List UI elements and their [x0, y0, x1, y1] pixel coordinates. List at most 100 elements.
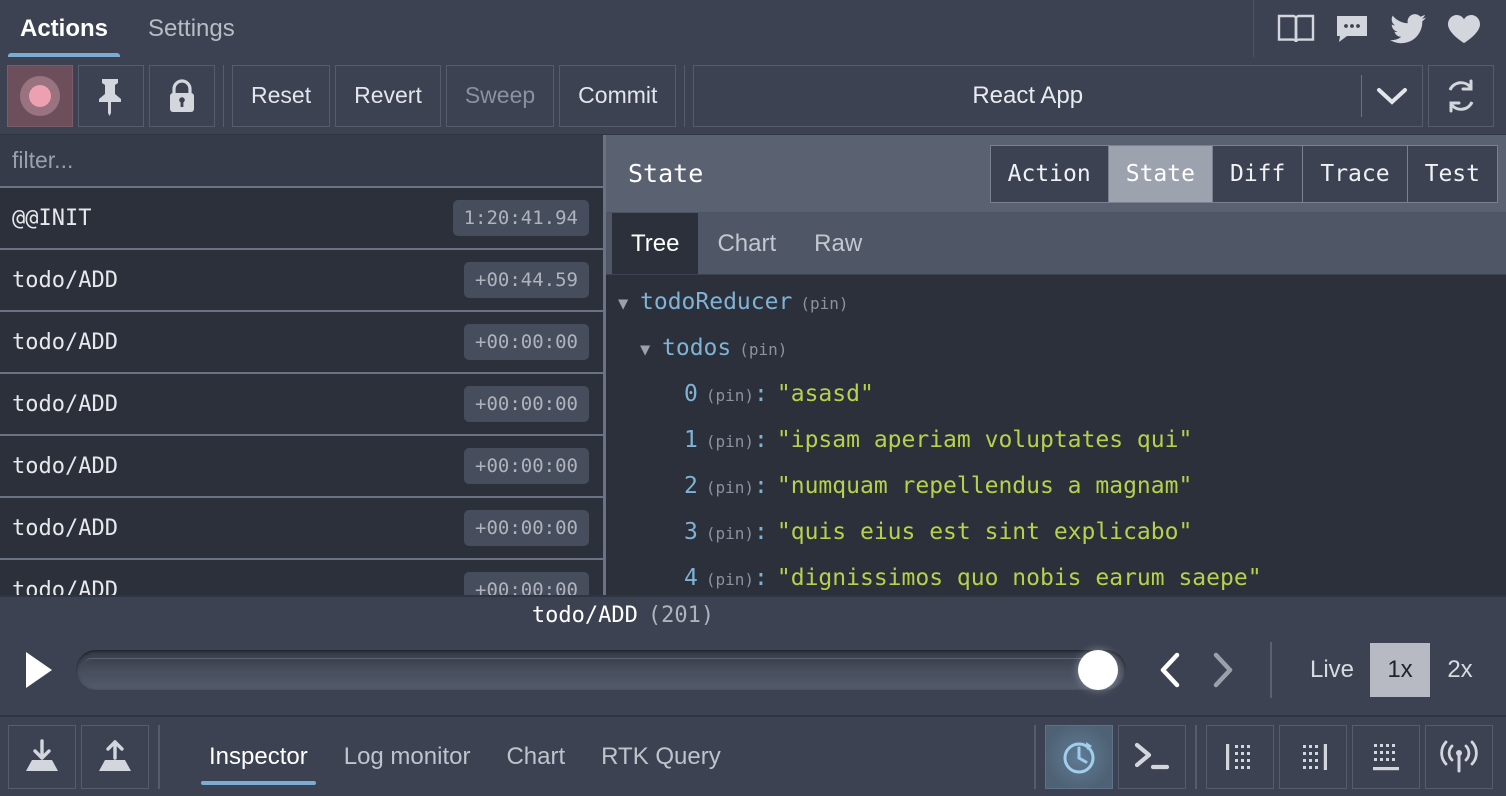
action-row-0[interactable]: @@INIT 1:20:41.94 [0, 188, 603, 250]
inspector-tab-test[interactable]: Test [1406, 144, 1498, 203]
import-button[interactable] [8, 724, 76, 789]
slider-controls: Live 1x 2x [0, 633, 1506, 715]
pin-label[interactable]: (pin) [706, 524, 754, 543]
subtab-raw[interactable]: Raw [795, 213, 881, 274]
filter-bar [0, 135, 603, 188]
tree-item-4[interactable]: 4 (pin) : "dignissimos quo nobis earum s… [618, 565, 1506, 595]
inspector-tab-label: Diff [1229, 160, 1286, 187]
chevron-down-icon[interactable]: ▼ [618, 294, 640, 314]
inspector-tab-trace[interactable]: Trace [1302, 144, 1408, 203]
book-icon[interactable] [1268, 0, 1324, 57]
bottom-bar: Inspector Log monitor Chart RTK Query [0, 715, 1506, 796]
action-timestamp: 1:20:41.94 [452, 200, 589, 236]
chevron-down-icon[interactable] [1362, 86, 1422, 106]
monitor-tab-chart[interactable]: Chart [488, 716, 583, 796]
monitor-tab-rtk-query[interactable]: RTK Query [583, 716, 739, 796]
tree-item-3[interactable]: 3 (pin) : "quis eius est sint explicabo" [618, 519, 1506, 565]
speed-2x-button[interactable]: 2x [1430, 643, 1490, 697]
pin-label[interactable]: (pin) [706, 432, 754, 451]
slider-track[interactable] [76, 650, 1126, 690]
pin-label[interactable]: (pin) [706, 386, 754, 405]
slider-thumb[interactable] [1077, 650, 1118, 690]
inspector-tab-label: Test [1424, 160, 1480, 187]
filter-input[interactable] [12, 147, 591, 174]
revert-button[interactable]: Revert [335, 64, 441, 127]
monitor-tab-log-monitor[interactable]: Log monitor [326, 716, 489, 796]
speed-1x-button[interactable]: 1x [1370, 643, 1430, 697]
slider-monitor-icon[interactable] [1044, 723, 1114, 790]
main-toolbar: Reset Revert Sweep Commit React App [0, 57, 1506, 135]
bottom-divider-3 [1195, 724, 1197, 789]
commit-button[interactable]: Commit [559, 64, 677, 127]
slider-caption: todo/ADD (201) [0, 597, 1506, 633]
action-row-6[interactable]: todo/ADD +00:00:00 [0, 560, 603, 595]
inspector-tab-label: Trace [1320, 160, 1390, 187]
pin-label[interactable]: (pin) [739, 340, 787, 359]
broadcast-icon[interactable] [1425, 724, 1493, 789]
dock-bottom-icon[interactable] [1352, 724, 1420, 789]
live-button[interactable]: Live [1294, 643, 1370, 697]
sweep-button[interactable]: Sweep [445, 64, 555, 127]
tree-node-todos[interactable]: ▼ todos (pin) [618, 335, 1506, 381]
tree-colon: : [754, 565, 768, 591]
action-name: todo/ADD [12, 329, 118, 355]
tree-item-0[interactable]: 0 (pin) : "asasd" [618, 381, 1506, 427]
play-button[interactable] [16, 647, 62, 693]
refresh-button[interactable] [1428, 64, 1494, 127]
inspector-tab-action[interactable]: Action [989, 144, 1109, 203]
tab-settings[interactable]: Settings [128, 0, 255, 57]
tree-node-todoreducer[interactable]: ▼ todoReducer (pin) [618, 289, 1506, 335]
action-row-1[interactable]: todo/ADD +00:44.59 [0, 250, 603, 312]
tree-item-1[interactable]: 1 (pin) : "ipsam aperiam voluptates qui" [618, 427, 1506, 473]
tab-actions[interactable]: Actions [0, 0, 128, 57]
tree-value: "asasd" [776, 381, 874, 407]
action-row-4[interactable]: todo/ADD +00:00:00 [0, 436, 603, 498]
dock-right-icon[interactable] [1279, 724, 1347, 789]
tab-actions-label: Actions [20, 14, 109, 42]
top-tab-group: Actions Settings [0, 0, 255, 57]
pin-button[interactable] [78, 64, 144, 127]
subtab-label: Chart [717, 229, 777, 257]
action-name: @@INIT [12, 205, 92, 231]
tree-item-2[interactable]: 2 (pin) : "numquam repellendus a magnam" [618, 473, 1506, 519]
subtab-label: Tree [631, 229, 680, 257]
inspector-tab-label: State [1125, 160, 1195, 187]
export-button[interactable] [81, 724, 149, 789]
action-list[interactable]: @@INIT 1:20:41.94 todo/ADD +00:44.59 tod… [0, 188, 603, 595]
pin-label[interactable]: (pin) [800, 294, 848, 313]
pin-label[interactable]: (pin) [706, 478, 754, 497]
subtab-chart[interactable]: Chart [698, 213, 795, 274]
chevron-down-icon[interactable]: ▼ [640, 340, 662, 360]
instance-selector[interactable]: React App [693, 64, 1423, 127]
inspector-tab-group: Action State Diff Trace Test [989, 144, 1498, 203]
record-button[interactable] [7, 64, 73, 127]
action-timestamp: +00:44.59 [464, 262, 589, 298]
speed-label: 2x [1447, 656, 1473, 683]
terminal-icon[interactable] [1118, 724, 1186, 789]
twitter-icon[interactable] [1380, 0, 1436, 57]
bottom-icon-group [1030, 723, 1498, 790]
state-tree[interactable]: ▼ todoReducer (pin) ▼ todos (pin) 0 (pin… [606, 275, 1506, 595]
tree-index: 3 [684, 519, 698, 545]
heart-icon[interactable] [1436, 0, 1492, 57]
tab-settings-label: Settings [148, 14, 235, 42]
chat-icon[interactable] [1324, 0, 1380, 57]
monitor-tab-label: Inspector [209, 742, 308, 770]
action-row-3[interactable]: todo/ADD +00:00:00 [0, 374, 603, 436]
action-name: todo/ADD [12, 391, 118, 417]
reset-button[interactable]: Reset [232, 64, 331, 127]
slider-action-name: todo/ADD [531, 602, 638, 628]
inspector-tab-diff[interactable]: Diff [1211, 144, 1304, 203]
pin-label[interactable]: (pin) [706, 570, 754, 589]
next-action-button[interactable] [1196, 644, 1248, 696]
main-split: @@INIT 1:20:41.94 todo/ADD +00:44.59 tod… [0, 135, 1506, 595]
toolbar-divider-1 [223, 64, 224, 127]
previous-action-button[interactable] [1144, 644, 1196, 696]
action-row-2[interactable]: todo/ADD +00:00:00 [0, 312, 603, 374]
action-row-5[interactable]: todo/ADD +00:00:00 [0, 498, 603, 560]
subtab-tree[interactable]: Tree [612, 213, 699, 274]
dock-left-icon[interactable] [1206, 724, 1274, 789]
monitor-tab-inspector[interactable]: Inspector [191, 716, 326, 796]
lock-button[interactable] [149, 64, 215, 127]
inspector-tab-state[interactable]: State [1107, 144, 1213, 203]
